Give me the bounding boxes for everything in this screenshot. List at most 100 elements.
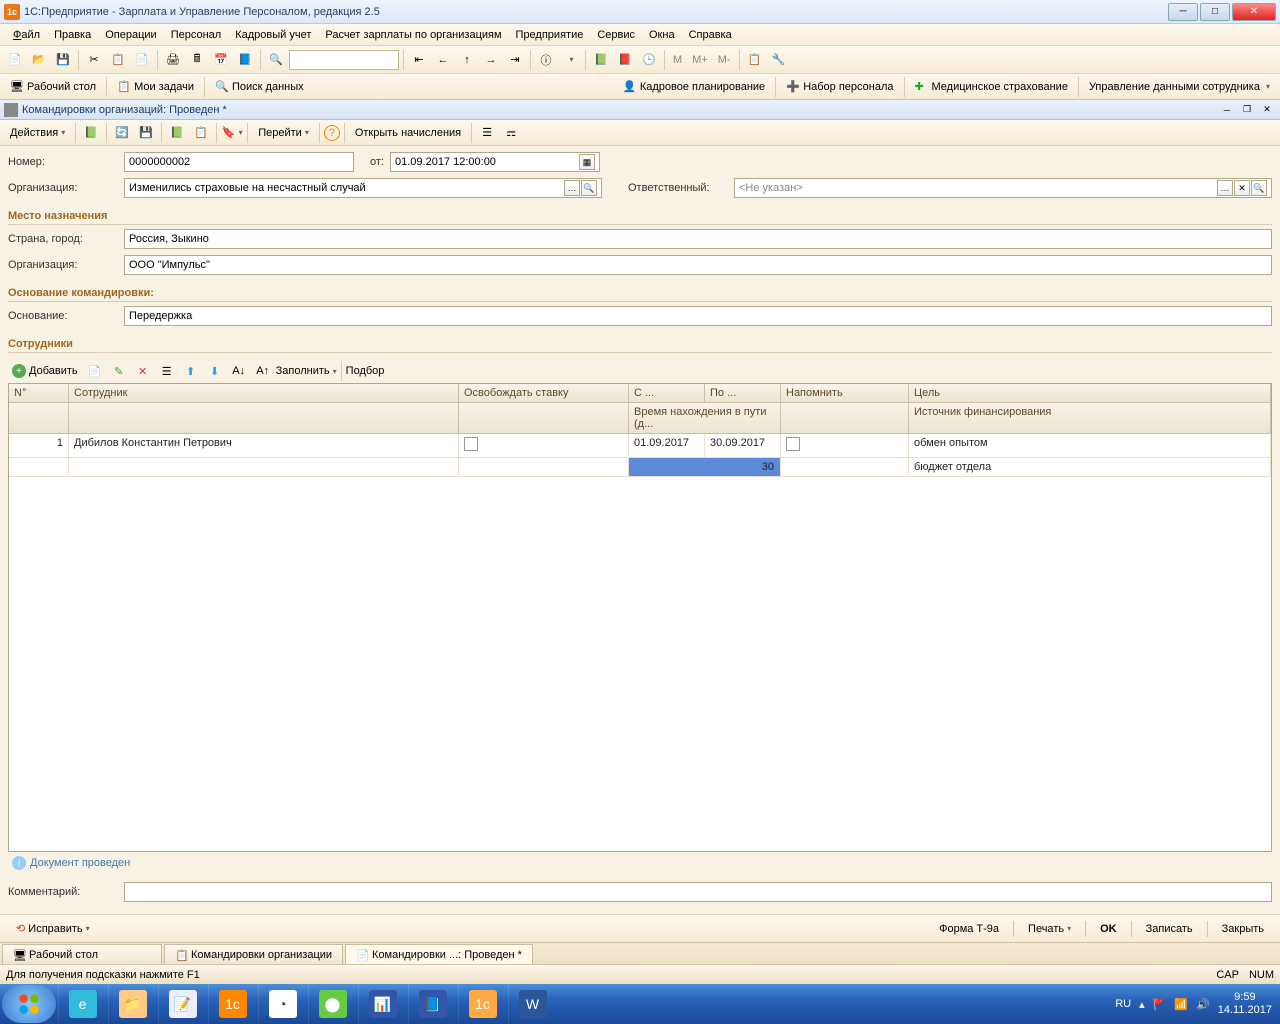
tool-icon[interactable]: 📋 [744, 49, 766, 71]
cell-release[interactable] [459, 434, 629, 457]
add-row-button[interactable]: +Добавить [8, 364, 82, 378]
move-up-icon[interactable]: ⬆ [180, 360, 202, 382]
menu-operations[interactable]: Операции [98, 29, 163, 41]
doc-minimize-button[interactable]: ─ [1218, 103, 1236, 117]
based-on-icon[interactable]: 📋 [190, 122, 212, 144]
calendar-icon[interactable]: 📅 [210, 49, 232, 71]
tray-arrow-icon[interactable]: ▴ [1139, 998, 1145, 1011]
basis-input[interactable]: Передержка [124, 306, 1272, 326]
col-employee[interactable]: Сотрудник [69, 384, 459, 402]
table-row-sub[interactable]: 30 бюджет отдела [9, 458, 1271, 477]
selection-button[interactable]: Подбор [346, 365, 385, 377]
recruitment-link[interactable]: ➕Набор персонала [780, 76, 899, 98]
taskbar-chrome-icon[interactable]: ◔ [258, 985, 306, 1023]
taskbar-app2-icon[interactable]: 📊 [358, 985, 406, 1023]
comment-input[interactable] [124, 882, 1272, 902]
print-icon[interactable]: 🖨 [162, 49, 184, 71]
doc-close-button[interactable]: ✕ [1258, 103, 1276, 117]
new-icon[interactable]: 📄 [4, 49, 26, 71]
post-icon[interactable]: 📗 [590, 49, 612, 71]
table-row[interactable]: 1 Дибилов Константин Петрович 01.09.2017… [9, 434, 1271, 458]
doc-restore-button[interactable]: ❐ [1238, 103, 1256, 117]
cell-days[interactable]: 30 [629, 458, 781, 476]
lookup-icon[interactable]: 🔍 [581, 180, 597, 196]
settings-icon[interactable]: 🔧 [768, 49, 790, 71]
print-button[interactable]: Печать [1020, 919, 1079, 939]
quick-search-input[interactable] [289, 50, 399, 70]
country-input[interactable]: Россия, Зыкино [124, 229, 1272, 249]
history-icon[interactable]: 🕒 [638, 49, 660, 71]
copy-row-icon[interactable]: 📄 [84, 360, 106, 382]
end-edit-icon[interactable]: ☰ [156, 360, 178, 382]
menu-hr[interactable]: Кадровый учет [228, 29, 318, 41]
nav-first-icon[interactable]: ⇤ [408, 49, 430, 71]
date-input[interactable]: 01.09.2017 12:00:00▦ [390, 152, 600, 172]
taskbar-word-icon[interactable]: W [508, 985, 556, 1023]
search-icon[interactable]: 🔍 [265, 49, 287, 71]
delete-row-icon[interactable]: ✕ [132, 360, 154, 382]
tray-volume-icon[interactable]: 🔊 [1196, 998, 1210, 1011]
nav-up-icon[interactable]: ↑ [456, 49, 478, 71]
taskbar-1c-icon[interactable]: 1c [208, 985, 256, 1023]
start-button[interactable] [2, 985, 56, 1023]
cut-icon[interactable]: ✂ [83, 49, 105, 71]
responsible-input[interactable]: <Не указан>…✕🔍 [734, 178, 1272, 198]
post-close-icon[interactable]: 📗 [166, 122, 188, 144]
calc-icon[interactable]: 🖩 [186, 49, 208, 71]
save-doc-icon[interactable]: 💾 [135, 122, 157, 144]
col-to[interactable]: По ... [705, 384, 781, 402]
move-down-icon[interactable]: ⬇ [204, 360, 226, 382]
menu-file[interactable]: Файл [6, 29, 47, 41]
help-icon[interactable]: ? [324, 125, 340, 141]
tab-current-doc[interactable]: 📄Командировки ...: Проведен * [345, 944, 533, 964]
clear-icon[interactable]: ✕ [1234, 180, 1250, 196]
taskbar-app-icon[interactable]: ⬤ [308, 985, 356, 1023]
minimize-button[interactable]: ─ [1168, 3, 1198, 21]
actions-button[interactable]: Действия [4, 122, 71, 144]
menu-personnel[interactable]: Персонал [164, 29, 229, 41]
close-button[interactable]: ✕ [1232, 3, 1276, 21]
tab-desktop[interactable]: 🖥Рабочий стол [2, 944, 162, 964]
info-icon[interactable]: ⓘ [535, 49, 557, 71]
nav-next-icon[interactable]: → [480, 49, 502, 71]
release-checkbox[interactable] [464, 437, 478, 451]
sort-asc-icon[interactable]: A↓ [228, 360, 250, 382]
ok-button[interactable]: OK [1092, 919, 1125, 939]
calendar-picker-icon[interactable]: ▦ [579, 154, 595, 170]
menu-service[interactable]: Сервис [590, 29, 642, 41]
paste-icon[interactable]: 📄 [131, 49, 153, 71]
fill-button[interactable]: Заполнить [276, 365, 337, 377]
taskbar-app3-icon[interactable]: 📘 [408, 985, 456, 1023]
tasks-link[interactable]: 📋Мои задачи [111, 76, 200, 98]
open-icon[interactable]: 📂 [28, 49, 50, 71]
tab-trips-list[interactable]: 📋Командировки организации [164, 944, 343, 964]
save-button[interactable]: Записать [1138, 919, 1201, 939]
taskbar-ie-icon[interactable]: e [58, 985, 106, 1023]
goto-button[interactable]: Перейти [252, 122, 315, 144]
cell-remind[interactable] [781, 434, 909, 457]
menu-help[interactable]: Справка [682, 29, 739, 41]
dest-org-input[interactable]: ООО "Импульс" [124, 255, 1272, 275]
form-t9a-button[interactable]: Форма Т-9а [931, 919, 1007, 939]
number-input[interactable]: 0000000002 [124, 152, 354, 172]
tray-network-icon[interactable]: 📶 [1174, 998, 1188, 1011]
post-doc-icon[interactable]: 📗 [80, 122, 102, 144]
col-funding[interactable]: Источник финансирования [909, 403, 1271, 433]
clock[interactable]: 9:59 14.11.2017 [1218, 991, 1272, 1017]
sort-desc-icon[interactable]: A↑ [252, 360, 274, 382]
tree-icon[interactable]: ⚎ [500, 122, 522, 144]
col-number[interactable]: N° [9, 384, 69, 402]
save-icon[interactable]: 💾 [52, 49, 74, 71]
remind-checkbox[interactable] [786, 437, 800, 451]
employees-grid[interactable]: N° Сотрудник Освобождать ставку С ... По… [8, 383, 1272, 852]
taskbar-notepad-icon[interactable]: 📝 [158, 985, 206, 1023]
copy-icon[interactable]: 📋 [107, 49, 129, 71]
col-from[interactable]: С ... [629, 384, 705, 402]
lookup-icon[interactable]: 🔍 [1251, 180, 1267, 196]
col-travel-days[interactable]: Время нахождения в пути (д... [629, 403, 781, 433]
unpost-icon[interactable]: 📕 [614, 49, 636, 71]
desktop-link[interactable]: 🖥Рабочий стол [4, 76, 102, 98]
book-icon[interactable]: 📘 [234, 49, 256, 71]
tray-flag-icon[interactable]: 🚩 [1153, 998, 1167, 1011]
edit-row-icon[interactable]: ✎ [108, 360, 130, 382]
